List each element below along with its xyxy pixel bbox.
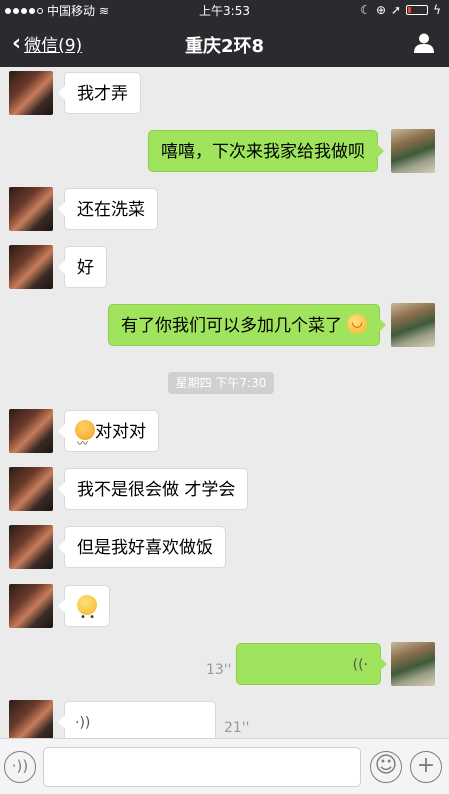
message-bubble-outgoing[interactable]: 嘻嘻，下次来我家给我做呗 — [148, 130, 384, 172]
message-bubble-incoming[interactable]: 还在洗菜 — [58, 188, 158, 230]
contact-avatar[interactable] — [9, 525, 53, 569]
moon-icon: ☾ — [360, 3, 371, 17]
flushed-face-emoji-icon — [77, 595, 97, 639]
charging-icon: ϟ — [433, 3, 441, 17]
status-bar: 中国移动 ≋ 上午3:53 ☾ ⊕ ➚ ϟ — [0, 0, 449, 20]
contact-avatar[interactable] — [9, 584, 53, 628]
voice-input-button[interactable]: ·)) — [4, 751, 36, 783]
message-bubble-incoming[interactable] — [58, 585, 110, 639]
my-avatar[interactable] — [391, 642, 435, 686]
nav-bar: ‹ 微信(9) 重庆2环8 — [0, 20, 449, 67]
message-bubble-incoming[interactable]: 但是我好喜欢做饭 — [58, 526, 226, 568]
my-avatar[interactable] — [391, 129, 435, 173]
voice-icon: ·)) — [11, 757, 29, 775]
smiling-face-emoji-icon — [347, 314, 368, 334]
contact-avatar[interactable] — [9, 245, 53, 289]
input-bar: ·)) ☺ + — [0, 738, 449, 794]
contact-avatar[interactable] — [9, 467, 53, 511]
person-icon[interactable] — [413, 32, 435, 54]
contact-avatar[interactable] — [9, 187, 53, 231]
message-bubble-incoming[interactable]: 对对对 — [58, 410, 159, 465]
voice-icon: ·)) — [75, 715, 91, 731]
voice-message-incoming[interactable]: ·)) — [58, 701, 216, 738]
message-text: 对对对 — [95, 422, 146, 442]
add-button[interactable]: + — [410, 751, 442, 783]
status-right: ☾ ⊕ ➚ ϟ — [360, 3, 441, 17]
laughing-crying-emoji-icon — [75, 420, 95, 465]
message-bubble-incoming[interactable]: 好 — [58, 246, 107, 288]
voice-icon: ((· — [352, 657, 368, 673]
emoji-button[interactable]: ☺ — [370, 751, 402, 783]
timestamp-separator: 星期四 下午7:30 — [168, 372, 274, 394]
contact-avatar[interactable] — [9, 409, 53, 453]
chat-area[interactable]: 我才弄 嘻嘻，下次来我家给我做呗 还在洗菜 好 有了你我们可以多加几个菜了 星期… — [0, 67, 449, 738]
my-avatar[interactable] — [391, 303, 435, 347]
plus-icon: + — [416, 753, 436, 778]
contact-avatar[interactable] — [9, 700, 53, 738]
emoji-icon: ☺ — [374, 753, 398, 778]
contact-avatar[interactable] — [9, 71, 53, 115]
message-input[interactable] — [43, 747, 361, 787]
message-bubble-outgoing[interactable]: 有了你我们可以多加几个菜了 — [108, 304, 387, 346]
message-text: 有了你我们可以多加几个菜了 — [121, 316, 342, 336]
message-bubble-incoming[interactable]: 我不是很会做 才学会 — [57, 468, 249, 510]
message-bubble-incoming[interactable]: 我才弄 — [58, 72, 141, 114]
battery-icon — [406, 5, 429, 15]
chat-title: 重庆2环8 — [184, 36, 265, 57]
voice-message-outgoing[interactable]: ((· — [236, 643, 387, 685]
voice-duration: 21'' — [224, 720, 250, 736]
rotation-lock-icon: ⊕ — [375, 3, 387, 17]
location-icon: ➚ — [391, 3, 402, 17]
voice-duration: 13'' — [206, 662, 232, 678]
